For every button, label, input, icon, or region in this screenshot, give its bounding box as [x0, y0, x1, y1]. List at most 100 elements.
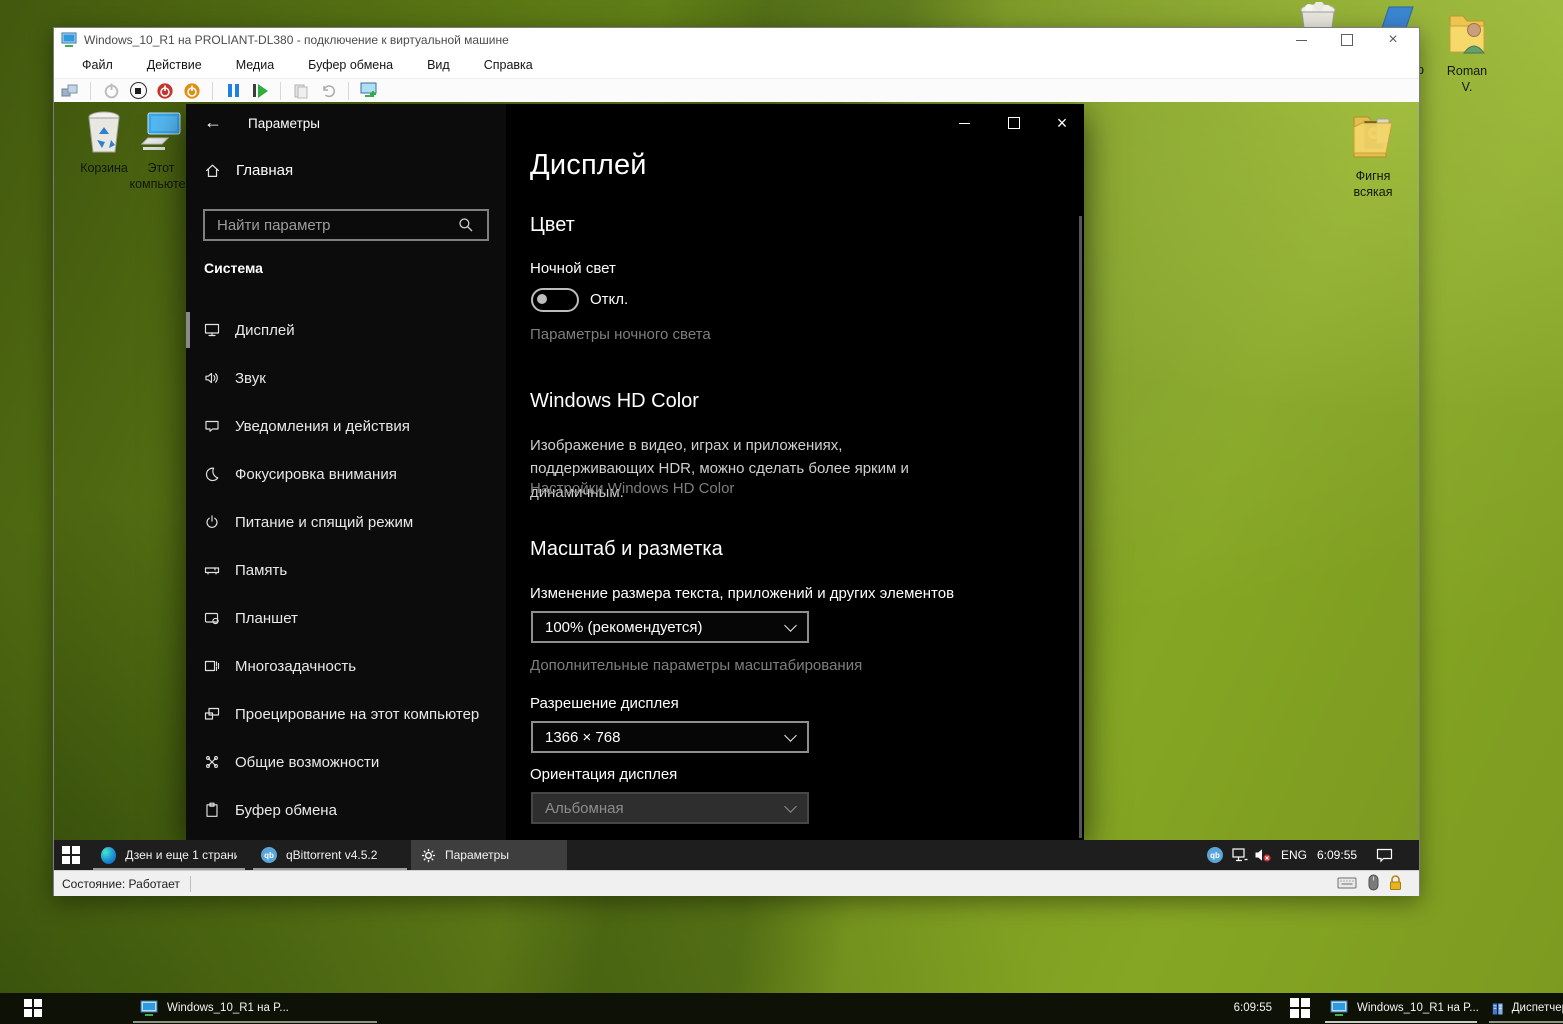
turn-off-vm-button[interactable]: [128, 81, 148, 101]
host-task-manager[interactable]: Диспетчер: [1487, 993, 1563, 1024]
sidebar-item-display[interactable]: Дисплей: [186, 306, 506, 354]
shutdown-vm-button[interactable]: [155, 81, 175, 101]
vmconnect-task-icon: [140, 1000, 158, 1017]
sidebar-item-label: Уведомления и действия: [235, 418, 410, 435]
host-start-button[interactable]: [24, 999, 42, 1017]
menu-clipboard[interactable]: Буфер обмена: [298, 53, 403, 77]
resolution-dropdown[interactable]: 1366 × 768: [531, 721, 809, 753]
search-input[interactable]: [203, 209, 489, 241]
vmconnect-task-icon: [1330, 1000, 1348, 1017]
scale-label: Изменение размера текста, приложений и д…: [530, 585, 954, 602]
task-active-underline: [253, 868, 407, 870]
taskbar-task-qbittorrent[interactable]: qb qBittorrent v4.5.2: [251, 840, 409, 870]
checkpoint-button[interactable]: [291, 81, 311, 101]
host-start-button-2[interactable]: [1290, 998, 1310, 1018]
taskbar-task-edge[interactable]: Дзен и еще 1 страни...: [91, 840, 247, 870]
hdr-settings-link[interactable]: Настройки Windows HD Color: [530, 480, 734, 497]
sidebar-item-label: Планшет: [235, 610, 298, 627]
tray-qbittorrent-icon[interactable]: qb: [1207, 847, 1223, 863]
revert-button[interactable]: [318, 81, 338, 101]
vm-taskbar: Дзен и еще 1 страни... qb qBittorrent v4…: [54, 840, 1419, 870]
vm-stuff-folder-icon[interactable]: Фигня всякая: [1331, 111, 1415, 201]
sidebar-item-storage[interactable]: Память: [186, 546, 506, 594]
host-taskbar: Windows_10_R1 на P... 6:09:55 Windows_10…: [0, 993, 1563, 1024]
chevron-down-icon: [784, 729, 797, 742]
night-light-toggle[interactable]: [531, 288, 579, 312]
sidebar-item-label: Фокусировка внимания: [235, 466, 397, 483]
host-task-vm-right[interactable]: Windows_10_R1 на P...: [1322, 993, 1487, 1024]
sidebar-item-power-sleep[interactable]: Питание и спящий режим: [186, 498, 506, 546]
ctrl-alt-del-button[interactable]: [60, 81, 80, 101]
menu-file[interactable]: Файл: [72, 53, 123, 77]
statusbar-divider: [190, 876, 191, 892]
tray-volume-muted-icon[interactable]: [1254, 847, 1272, 868]
mouse-icon: [1368, 874, 1379, 894]
edge-icon: [101, 847, 116, 864]
sidebar-item-notifications[interactable]: Уведомления и действия: [186, 402, 506, 450]
host-task-vm-left[interactable]: Windows_10_R1 на P...: [130, 993, 299, 1024]
chevron-down-icon: [784, 619, 797, 632]
tray-network-icon[interactable]: [1232, 848, 1248, 867]
menu-help[interactable]: Справка: [474, 53, 543, 77]
settings-close-button[interactable]: ×: [1046, 108, 1078, 138]
sidebar-item-label: Звук: [235, 370, 266, 387]
vmconnect-statusbar: Состояние: Работает: [54, 870, 1419, 896]
sidebar-item-label: Буфер обмена: [235, 802, 337, 819]
taskbar-task-settings[interactable]: Параметры: [411, 840, 567, 870]
sidebar-item-focus-assist[interactable]: Фокусировка внимания: [186, 450, 506, 498]
pause-vm-button[interactable]: [223, 81, 243, 101]
hdr-heading: Windows HD Color: [530, 390, 699, 413]
minimize-button[interactable]: [1284, 30, 1318, 50]
menu-media[interactable]: Медиа: [226, 53, 284, 77]
host-clock[interactable]: 6:09:55: [1200, 993, 1272, 1024]
settings-scrollbar[interactable]: [1079, 216, 1082, 838]
back-button[interactable]: ←: [204, 112, 222, 133]
settings-header: Параметры: [248, 116, 320, 131]
lock-icon: [1388, 874, 1403, 894]
menu-action[interactable]: Действие: [137, 53, 212, 77]
vm-status-text: Состояние: Работает: [54, 877, 180, 891]
start-vm-button[interactable]: [101, 81, 121, 101]
sidebar-item-projecting[interactable]: Проецирование на этот компьютер: [186, 690, 506, 738]
sidebar-item-tablet[interactable]: Планшет: [186, 594, 506, 642]
keyboard-icon: [1337, 876, 1357, 893]
projecting-icon: [204, 706, 220, 722]
advanced-scaling-link[interactable]: Дополнительные параметры масштабирования: [530, 657, 862, 674]
host-task-underline: [1489, 1021, 1563, 1023]
night-light-state: Откл.: [590, 291, 628, 308]
enhanced-session-button[interactable]: [359, 81, 379, 101]
task-label: Параметры: [445, 848, 509, 862]
menu-view[interactable]: Вид: [417, 53, 460, 77]
action-center-icon[interactable]: [1376, 848, 1393, 868]
sidebar-item-shared-experiences[interactable]: Общие возможности: [186, 738, 506, 786]
resume-vm-button[interactable]: [250, 81, 270, 101]
resolution-label: Разрешение дисплея: [530, 695, 679, 712]
sidebar-item-clipboard[interactable]: Буфер обмена: [186, 786, 506, 834]
tray-clock[interactable]: 6:09:55: [1317, 840, 1357, 870]
reset-vm-button[interactable]: [182, 81, 202, 101]
orientation-label: Ориентация дисплея: [530, 766, 677, 783]
task-label: Дзен и еще 1 страни...: [125, 848, 237, 862]
host-user-folder-icon[interactable]: Roman V.: [1440, 8, 1494, 96]
vmconnect-titlebar[interactable]: Windows_10_R1 на PROLIANT-DL380 - подклю…: [54, 28, 1419, 52]
close-button[interactable]: ×: [1376, 30, 1410, 50]
sidebar-item-multitasking[interactable]: Многозадачность: [186, 642, 506, 690]
sidebar-item-home[interactable]: Главная: [204, 162, 293, 179]
task-manager-icon: [1492, 1001, 1504, 1017]
moon-icon: [204, 466, 220, 482]
vm-this-pc-label: Этот компьютер: [129, 160, 193, 193]
host-task-label: Windows_10_R1 на P...: [1357, 993, 1479, 1024]
qbittorrent-icon: qb: [261, 847, 277, 863]
search-icon[interactable]: [458, 217, 474, 238]
settings-minimize-button[interactable]: [948, 108, 980, 138]
vm-start-button[interactable]: [62, 846, 80, 864]
scale-dropdown[interactable]: 100% (рекомендуется): [531, 611, 809, 643]
display-icon: [204, 322, 220, 338]
night-light-settings-link[interactable]: Параметры ночного света: [530, 326, 711, 343]
maximize-button[interactable]: [1330, 30, 1364, 50]
settings-maximize-button[interactable]: [998, 108, 1030, 138]
sidebar-item-label: Память: [235, 562, 287, 579]
tray-language[interactable]: ENG: [1281, 840, 1307, 870]
sidebar-item-sound[interactable]: Звук: [186, 354, 506, 402]
orientation-dropdown[interactable]: Альбомная: [531, 792, 809, 824]
